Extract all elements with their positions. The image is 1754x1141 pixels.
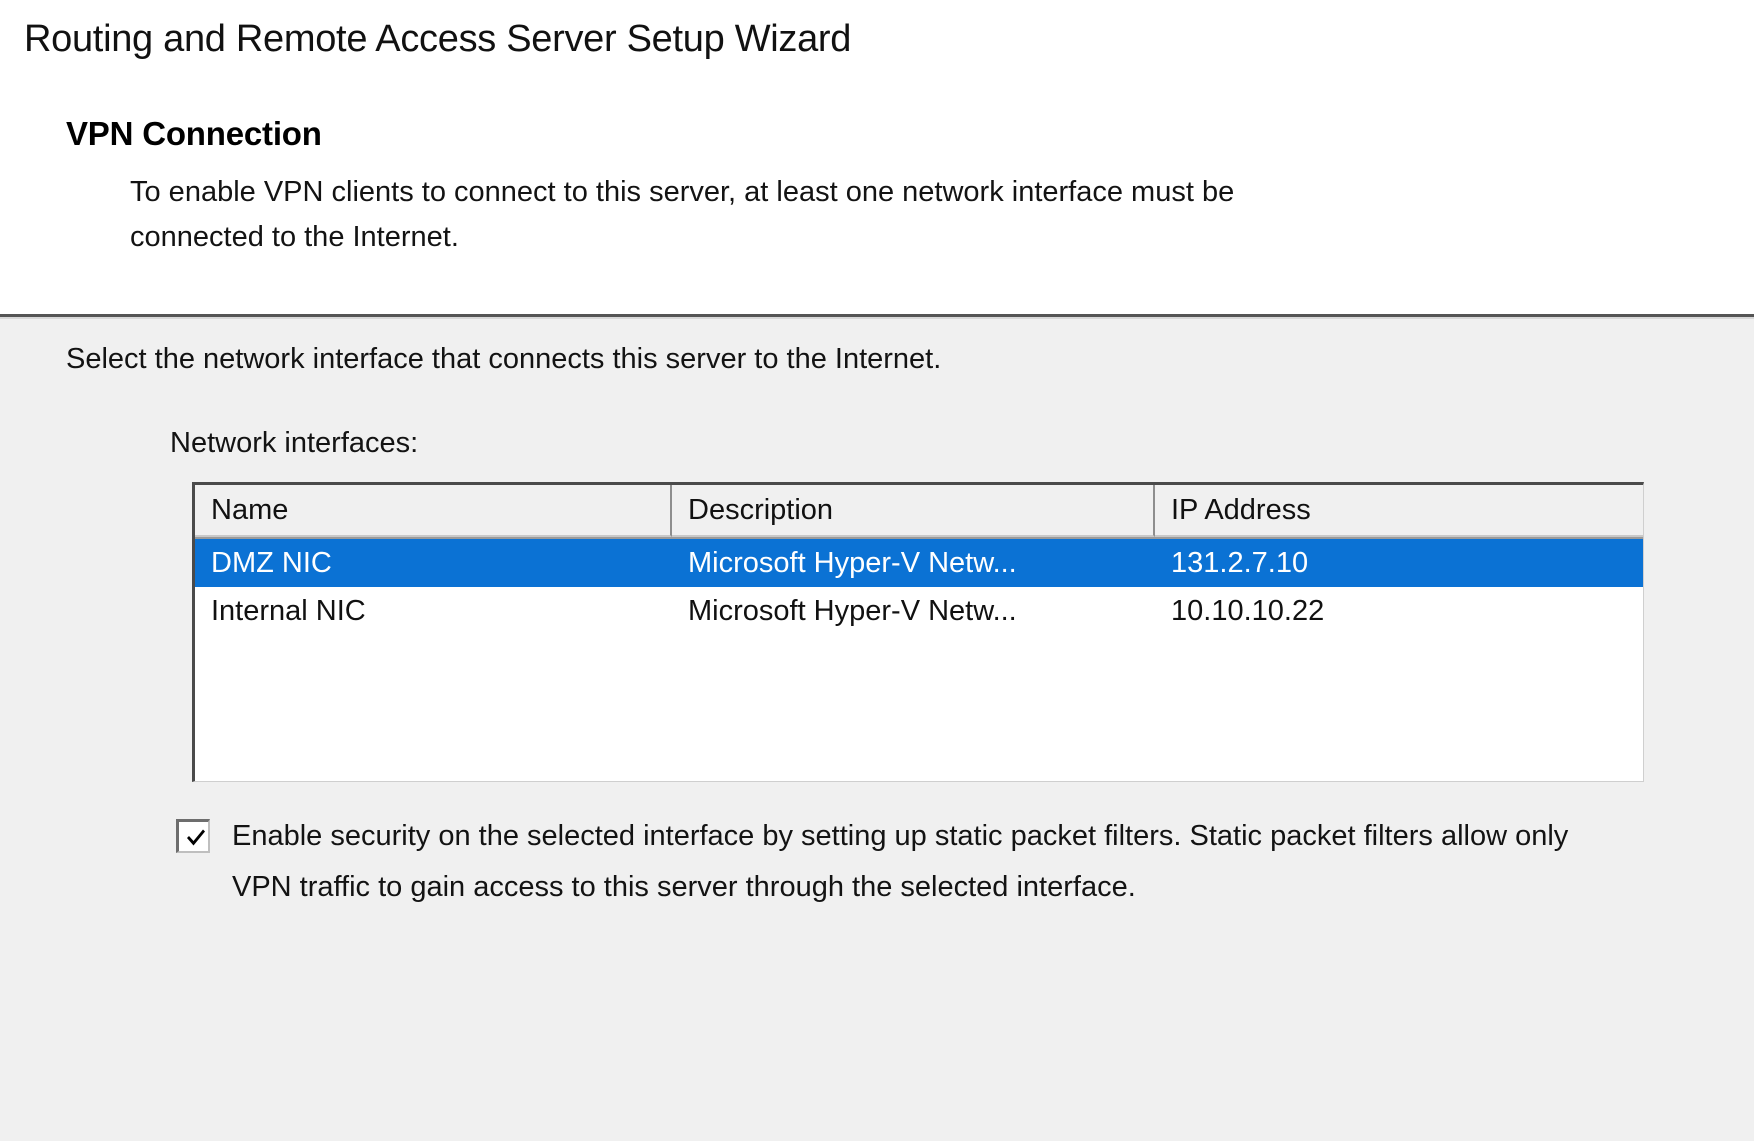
wizard-body: Select the network interface that connec… <box>0 319 1754 1141</box>
row-description: Microsoft Hyper-V Netw... <box>688 594 1017 627</box>
enable-security-checkbox[interactable] <box>176 819 210 853</box>
network-interfaces-label: Network interfaces: <box>170 427 419 459</box>
wizard-header: Routing and Remote Access Server Setup W… <box>0 0 1754 316</box>
row-ip-address: 10.10.10.22 <box>1171 594 1325 627</box>
page-title: VPN Connection <box>66 115 322 152</box>
network-interfaces-listview[interactable]: Name Description IP Address DMZ NIC Micr… <box>192 482 1644 782</box>
wizard-page: Routing and Remote Access Server Setup W… <box>0 0 1754 1141</box>
column-header-description[interactable]: Description <box>672 485 1155 537</box>
enable-security-checkbox-label: Enable security on the selected interfac… <box>232 820 1569 903</box>
checkmark-icon <box>187 829 205 846</box>
instruction-text: Select the network interface that connec… <box>66 343 942 375</box>
table-row[interactable]: DMZ NIC Microsoft Hyper-V Netw... 131.2.… <box>195 539 1643 587</box>
row-name: Internal NIC <box>211 594 366 627</box>
table-row[interactable]: Internal NIC Microsoft Hyper-V Netw... 1… <box>195 587 1643 635</box>
listview-header-row: Name Description IP Address <box>195 485 1643 539</box>
listview-body: DMZ NIC Microsoft Hyper-V Netw... 131.2.… <box>195 539 1643 781</box>
page-description: To enable VPN clients to connect to this… <box>130 176 1235 253</box>
column-header-ip-address[interactable]: IP Address <box>1155 485 1643 537</box>
row-name: DMZ NIC <box>211 546 332 579</box>
row-description: Microsoft Hyper-V Netw... <box>688 546 1017 579</box>
wizard-title: Routing and Remote Access Server Setup W… <box>24 18 852 60</box>
row-ip-address: 131.2.7.10 <box>1171 546 1309 579</box>
enable-security-checkbox-row[interactable]: Enable security on the selected interfac… <box>176 811 1596 913</box>
column-header-name[interactable]: Name <box>195 485 672 537</box>
